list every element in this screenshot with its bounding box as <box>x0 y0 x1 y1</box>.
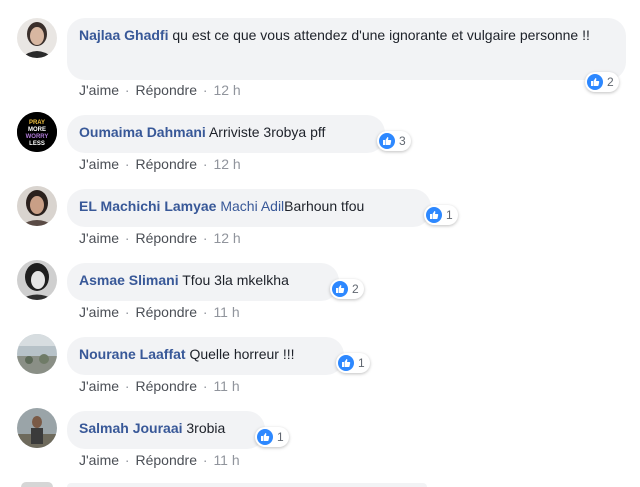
reply-link[interactable]: Répondre <box>135 230 197 246</box>
like-icon <box>426 207 442 223</box>
like-link[interactable]: J'aime <box>79 378 119 394</box>
separator: · <box>124 452 130 468</box>
avatar[interactable] <box>17 186 57 226</box>
comment-text: 3robia <box>186 420 226 436</box>
reply-link[interactable]: Répondre <box>135 156 197 172</box>
separator: · <box>124 230 130 246</box>
avatar[interactable] <box>17 334 57 374</box>
reaction-number: 1 <box>446 208 453 222</box>
like-icon <box>379 133 395 149</box>
comment-text: Barhoun tfou <box>284 198 365 214</box>
avatar[interactable] <box>21 482 53 487</box>
like-icon <box>332 281 348 297</box>
separator: · <box>202 304 208 320</box>
avatar-text-more: MORE <box>28 127 46 133</box>
author-name[interactable]: EL Machichi Lamyae <box>79 198 216 214</box>
comment-actions: J'aime · Répondre · 11 h <box>79 452 240 468</box>
comment-bubble <box>67 483 427 487</box>
timestamp[interactable]: 11 h <box>213 452 239 468</box>
separator: · <box>124 304 130 320</box>
reaction-count[interactable]: 1 <box>336 353 370 373</box>
comment-actions: J'aime · Répondre · 12 h <box>79 230 241 246</box>
like-link[interactable]: J'aime <box>79 230 119 246</box>
reaction-count[interactable]: 1 <box>424 205 458 225</box>
timestamp[interactable]: 11 h <box>213 378 239 394</box>
reaction-count[interactable]: 3 <box>377 131 411 151</box>
reaction-number: 1 <box>277 430 284 444</box>
like-link[interactable]: J'aime <box>79 156 119 172</box>
mention-tag[interactable]: Machi Adil <box>220 198 284 214</box>
comment-bubble: Salmah Jouraai 3robia <box>67 411 265 449</box>
reaction-number: 2 <box>607 75 614 89</box>
timestamp[interactable]: 12 h <box>213 156 240 172</box>
reaction-number: 2 <box>352 282 359 296</box>
like-link[interactable]: J'aime <box>79 82 119 98</box>
comment-bubble: Nourane Laaffat Quelle horreur !!! <box>67 337 344 375</box>
comment-bubble: EL Machichi Lamyae Machi AdilBarhoun tfo… <box>67 189 431 227</box>
like-icon <box>257 429 273 445</box>
comment-actions: J'aime · Répondre · 12 h <box>79 82 241 98</box>
separator: · <box>124 82 130 98</box>
next-comment-partial <box>0 480 640 487</box>
timestamp[interactable]: 11 h <box>213 304 239 320</box>
like-icon <box>338 355 354 371</box>
separator: · <box>124 156 130 172</box>
separator: · <box>202 230 208 246</box>
author-name[interactable]: Nourane Laaffat <box>79 346 186 362</box>
separator: · <box>202 156 208 172</box>
separator: · <box>124 378 130 394</box>
like-icon <box>587 74 603 90</box>
comment-actions: J'aime · Répondre · 12 h <box>79 156 241 172</box>
reply-link[interactable]: Répondre <box>135 378 197 394</box>
comment-bubble: Najlaa Ghadfi qu est ce que vous attende… <box>67 18 626 80</box>
reply-link[interactable]: Répondre <box>135 82 197 98</box>
reaction-count[interactable]: 2 <box>330 279 364 299</box>
reply-link[interactable]: Répondre <box>135 304 197 320</box>
reaction-number: 3 <box>399 134 406 148</box>
comment-actions: J'aime · Répondre · 11 h <box>79 304 240 320</box>
author-name[interactable]: Salmah Jouraai <box>79 420 183 436</box>
reply-link[interactable]: Répondre <box>135 452 197 468</box>
timestamp[interactable]: 12 h <box>213 230 240 246</box>
author-name[interactable]: Najlaa Ghadfi <box>79 27 168 43</box>
avatar-text-less: LESS <box>29 141 45 147</box>
comment-bubble: Oumaima Dahmani Arriviste 3robya pff <box>67 115 385 153</box>
timestamp[interactable]: 12 h <box>213 82 240 98</box>
reaction-count[interactable]: 1 <box>255 427 289 447</box>
avatar-text-worry: WORRY <box>26 134 49 140</box>
reaction-count[interactable]: 2 <box>585 72 619 92</box>
like-link[interactable]: J'aime <box>79 452 119 468</box>
comment-actions: J'aime · Répondre · 11 h <box>79 378 240 394</box>
avatar[interactable] <box>17 408 57 448</box>
avatar[interactable]: PRAY MORE WORRY LESS <box>17 112 57 152</box>
separator: · <box>202 378 208 394</box>
reaction-number: 1 <box>358 356 365 370</box>
author-name[interactable]: Oumaima Dahmani <box>79 124 206 140</box>
author-name[interactable]: Asmae Slimani <box>79 272 179 288</box>
avatar[interactable] <box>17 18 57 58</box>
comment-text: Tfou 3la mkelkha <box>182 272 289 288</box>
comment-text: qu est ce que vous attendez d'une ignora… <box>172 27 590 43</box>
comment-bubble: Asmae Slimani Tfou 3la mkelkha <box>67 263 339 301</box>
separator: · <box>202 82 208 98</box>
comment-text: Quelle horreur !!! <box>189 346 295 362</box>
avatar-text-pray: PRAY <box>29 120 45 126</box>
comment-text: Arriviste 3robya pff <box>208 124 326 140</box>
like-link[interactable]: J'aime <box>79 304 119 320</box>
separator: · <box>202 452 208 468</box>
avatar[interactable] <box>17 260 57 300</box>
